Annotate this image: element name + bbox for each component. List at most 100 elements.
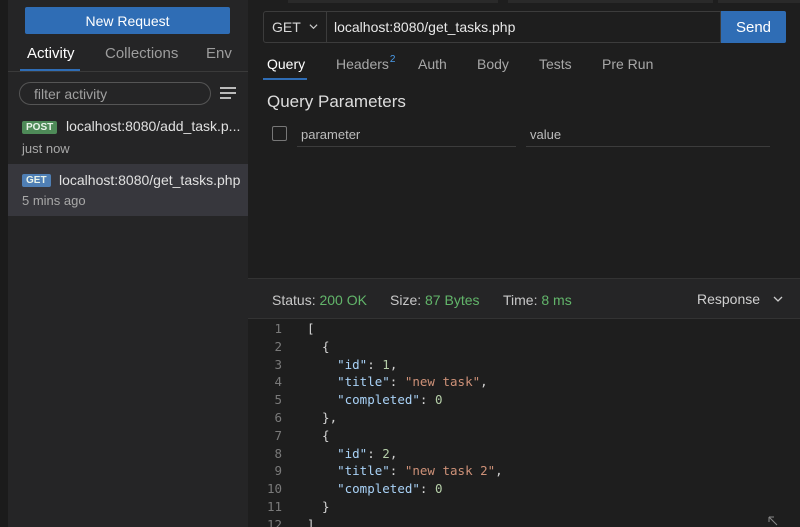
tab-pre-run[interactable]: Pre Run	[602, 56, 653, 72]
chevron-down-icon	[773, 296, 783, 302]
new-request-button[interactable]: New Request	[25, 7, 230, 34]
json-value: 0	[434, 392, 443, 408]
json-punctuation: ,	[495, 463, 503, 479]
json-punctuation: ,	[389, 356, 398, 372]
line-number: 11	[266, 499, 282, 514]
tab-body[interactable]: Body	[477, 56, 509, 72]
chevron-down-icon	[309, 24, 318, 30]
code-text: "title": "new task",	[307, 374, 488, 389]
method-badge-get: GET	[22, 174, 51, 187]
tab-headers-label: Headers	[336, 56, 389, 72]
history-item-selected[interactable]: GET localhost:8080/get_tasks.php 5 mins …	[8, 164, 248, 216]
code-line: 4 "title": "new task",	[248, 374, 800, 392]
tab-activity[interactable]: Activity	[27, 45, 75, 62]
history-time: just now	[22, 141, 70, 156]
request-panel: GET localhost:8080/get_tasks.php Send Qu…	[248, 0, 800, 527]
code-line: 10 "completed": 0	[248, 481, 800, 499]
status-label: Status:	[272, 292, 316, 308]
tab-query[interactable]: Query	[267, 56, 305, 72]
code-line: 6 },	[248, 410, 800, 428]
response-view-label: Response	[697, 291, 761, 307]
line-number: 2	[274, 338, 282, 354]
code-line: 11 }	[248, 499, 800, 517]
time-label: Time:	[503, 292, 538, 308]
time-info: Time: 8 ms	[503, 292, 572, 308]
code-text: }	[307, 499, 330, 514]
code-line: 7 {	[248, 428, 800, 446]
code-text: "id": 1,	[307, 357, 397, 372]
code-line: 2 {	[248, 339, 800, 357]
method-dropdown[interactable]: GET	[263, 11, 327, 43]
code-line: 5 "completed": 0	[248, 392, 800, 410]
line-number: 8	[274, 445, 282, 461]
code-line: 9 "title": "new task 2",	[248, 463, 800, 481]
json-key: "completed"	[337, 481, 420, 497]
method-badge-post: POST	[22, 121, 58, 134]
active-tab-indicator	[263, 78, 307, 80]
line-number: 4	[274, 374, 282, 390]
history-item[interactable]: POST localhost:8080/add_task.p... just n…	[8, 115, 248, 167]
top-tab-strip	[248, 0, 800, 4]
code-text: [	[307, 321, 315, 336]
line-number: 10	[266, 481, 282, 497]
window-edge	[0, 0, 8, 527]
json-key: "id"	[337, 445, 368, 461]
json-value: "new task"	[404, 374, 481, 390]
json-separator: :	[419, 392, 435, 408]
json-value: "new task 2"	[404, 463, 496, 479]
code-text: "title": "new task 2",	[307, 463, 503, 478]
code-line: 3 "id": 1,	[248, 357, 800, 375]
sidebar-tabs: Activity Collections Env	[8, 40, 248, 72]
tab-collections[interactable]: Collections	[105, 45, 178, 62]
parameter-input[interactable]: parameter	[297, 122, 516, 147]
time-value: 8 ms	[541, 292, 572, 308]
send-button[interactable]: Send	[721, 11, 786, 43]
json-separator: :	[389, 463, 405, 479]
code-text: {	[307, 427, 330, 443]
tab-env[interactable]: Env	[206, 45, 232, 62]
sidebar: New Request Activity Collections Env fil…	[8, 0, 248, 527]
hamburger-icon[interactable]	[220, 87, 236, 100]
method-value: GET	[272, 19, 301, 35]
filter-activity-input[interactable]: filter activity	[19, 82, 211, 105]
resize-corner-icon[interactable]	[768, 516, 778, 526]
json-value: 1	[382, 356, 390, 372]
tab-headers[interactable]: Headers2	[336, 54, 395, 72]
line-number: 3	[274, 356, 282, 372]
history-url: localhost:8080/add_task.p...	[66, 118, 241, 134]
history-url: localhost:8080/get_tasks.php	[59, 172, 241, 188]
code-line: 8 "id": 2,	[248, 446, 800, 464]
json-separator: :	[419, 481, 435, 497]
status-value: 200 OK	[319, 292, 367, 308]
param-checkbox[interactable]	[272, 126, 287, 141]
code-text: "completed": 0	[307, 481, 443, 497]
code-text: "id": 2,	[307, 446, 397, 461]
tab-auth[interactable]: Auth	[418, 56, 447, 72]
line-number: 9	[274, 463, 282, 479]
url-input[interactable]: localhost:8080/get_tasks.php	[327, 11, 721, 43]
code-line: 12]	[248, 517, 800, 527]
code-text: {	[307, 338, 330, 354]
active-tab-indicator	[20, 69, 80, 71]
json-value: 0	[434, 481, 443, 497]
line-number: 5	[274, 392, 282, 408]
response-body[interactable]: 1[2 {3 "id": 1, 4 "title": "new task", 5 "…	[248, 319, 800, 527]
json-separator: :	[389, 374, 405, 390]
size-label: Size:	[390, 292, 422, 308]
line-number: 7	[274, 427, 282, 443]
json-value: 2	[382, 445, 390, 461]
json-key: "completed"	[337, 392, 420, 408]
query-parameters-title: Query Parameters	[267, 92, 406, 111]
size-value: 87 Bytes	[425, 292, 480, 308]
json-punctuation: ,	[480, 374, 488, 390]
value-input[interactable]: value	[526, 122, 770, 147]
size-info: Size: 87 Bytes	[390, 292, 480, 308]
response-view-dropdown[interactable]: Response	[697, 291, 783, 307]
json-separator: :	[367, 356, 383, 372]
tab-tests[interactable]: Tests	[539, 56, 572, 72]
json-separator: :	[367, 445, 383, 461]
json-key: "id"	[337, 356, 368, 372]
line-number: 1	[274, 321, 282, 336]
status-info: Status: 200 OK	[272, 292, 367, 308]
line-number: 12	[266, 516, 282, 527]
